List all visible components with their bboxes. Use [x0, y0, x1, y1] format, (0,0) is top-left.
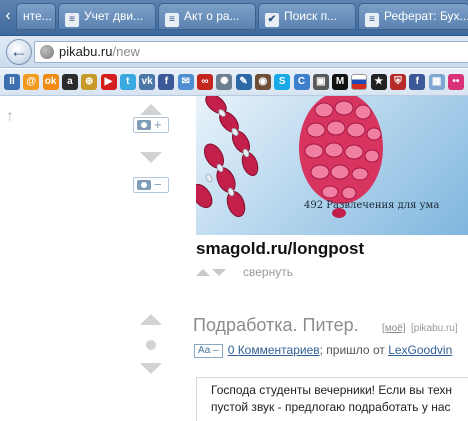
mail-at-icon[interactable]: @: [23, 74, 40, 90]
lastfm-icon[interactable]: ∞: [197, 74, 213, 90]
document-icon: ≡: [365, 13, 379, 27]
document-icon: ≡: [65, 13, 79, 27]
url-input[interactable]: pikabu.ru/new: [34, 41, 468, 63]
post-body-line: Господа студенты вечерники! Если вы техн: [211, 383, 452, 397]
browser-tab-bar: ‹ нте... ≡ Учет дви... ≡ Акт о pa... ✔ Поис…: [0, 0, 468, 36]
photo-icon[interactable]: ▣: [312, 74, 329, 90]
plus-icon: +: [154, 117, 162, 132]
post-meta: Аа – 0 Комментариев; пришло от LexGoodvin: [194, 343, 452, 358]
instagram-icon[interactable]: ◉: [254, 74, 271, 90]
tab-label: Реферат: Бух...: [384, 9, 468, 23]
twitter-icon[interactable]: t: [119, 74, 136, 90]
dots-icon[interactable]: ••: [447, 74, 464, 90]
camera-icon: [137, 120, 151, 130]
facebook-square-icon[interactable]: f: [409, 74, 426, 90]
page-content: ↑ + − 492 Развлечения для ума smagold.ru…: [0, 96, 468, 421]
address-bar: ← pikabu.ru/new: [0, 36, 468, 68]
post-body-line: пустой звук - предлогаю подработать у на…: [211, 400, 451, 414]
skype-icon[interactable]: S: [274, 74, 291, 90]
amazon-icon[interactable]: a: [61, 74, 78, 90]
back-button[interactable]: ←: [6, 39, 32, 65]
shield-icon[interactable]: ⛨: [390, 74, 406, 90]
document-icon: ≡: [165, 13, 179, 27]
star-icon[interactable]: ★: [370, 74, 387, 90]
tab-label: нте...: [23, 9, 52, 23]
livejournal-icon[interactable]: ✎: [235, 74, 252, 90]
collapse-images-button[interactable]: −: [133, 177, 169, 193]
m-logo-icon[interactable]: M: [332, 74, 349, 90]
post-source-link[interactable]: smagold.ru/longpost: [196, 239, 364, 259]
odnoklassniki-icon[interactable]: ok: [42, 74, 59, 90]
mini-downvote-button[interactable]: [212, 269, 226, 276]
browser-tab[interactable]: нте...: [16, 3, 56, 30]
moe-tag-link[interactable]: [моё]: [382, 323, 406, 334]
collapse-post-link[interactable]: свернуть: [243, 265, 293, 279]
browser-tab[interactable]: ≡ Учет дви...: [58, 3, 156, 30]
minus-icon: −: [154, 177, 162, 192]
mini-upvote-button[interactable]: [196, 269, 210, 276]
browser-tab[interactable]: ≡ Акт о pa...: [158, 3, 256, 30]
browser-tab[interactable]: ✔ Поиск п...: [258, 3, 356, 30]
camera-icon: [137, 180, 151, 190]
facebook-icon[interactable]: f: [158, 74, 175, 90]
grid-icon[interactable]: ▦: [428, 74, 445, 90]
post-title[interactable]: Подработка. Питер.: [193, 315, 359, 336]
checkmark-icon: ✔: [265, 13, 279, 27]
downvote-button[interactable]: [140, 363, 162, 374]
source-tag: [pikabu.ru]: [411, 323, 458, 334]
tab-label: Акт о pa...: [184, 9, 240, 23]
tab-label: Поиск п...: [284, 9, 338, 23]
post-body: Господа студенты вечерники! Если вы техн…: [196, 377, 468, 421]
meta-text: ; пришло от: [319, 343, 385, 357]
scroll-up-arrow-icon[interactable]: ↑: [6, 108, 14, 126]
vk-icon[interactable]: vk: [139, 74, 156, 90]
upvote-button[interactable]: [140, 104, 162, 115]
rating-dot: [146, 340, 156, 350]
pause-icon[interactable]: II: [4, 74, 20, 90]
url-host: pikabu.ru: [59, 44, 113, 59]
chrome-c-icon[interactable]: C: [293, 74, 310, 90]
gear-icon[interactable]: ✺: [216, 74, 233, 90]
url-path: /new: [112, 44, 140, 59]
font-size-toggle-button[interactable]: Аа –: [194, 344, 223, 358]
bookmarks-bar: II @ ok a ⊕ ▶ t vk f ✉ ∞ ✺ ✎ ◉ S C ▣ M ★ ⛨ f ▦ ••: [0, 69, 468, 96]
browser-tab[interactable]: ≡ Реферат: Бух...: [358, 3, 468, 30]
image-watermark-caption: 492 Развлечения для ума: [304, 200, 440, 211]
youtube-icon[interactable]: ▶: [100, 74, 117, 90]
post-image[interactable]: 492 Развлечения для ума: [196, 96, 468, 235]
downvote-button[interactable]: [140, 152, 162, 163]
russia-flag-icon[interactable]: [351, 74, 368, 90]
mail-envelope-icon[interactable]: ✉: [177, 74, 194, 90]
beads-illustration: [196, 96, 383, 218]
upvote-button[interactable]: [140, 314, 162, 325]
back-arrow-icon: ←: [10, 41, 28, 61]
shopping-cart-icon[interactable]: ⊕: [81, 74, 98, 90]
comments-link[interactable]: 0 Комментариев: [228, 343, 320, 357]
globe-icon: [40, 45, 54, 59]
tab-scroll-left-button[interactable]: ‹: [0, 3, 16, 30]
author-link[interactable]: LexGoodvin: [388, 343, 452, 357]
expand-images-button[interactable]: +: [133, 117, 169, 133]
tab-label: Учет дви...: [84, 9, 144, 23]
